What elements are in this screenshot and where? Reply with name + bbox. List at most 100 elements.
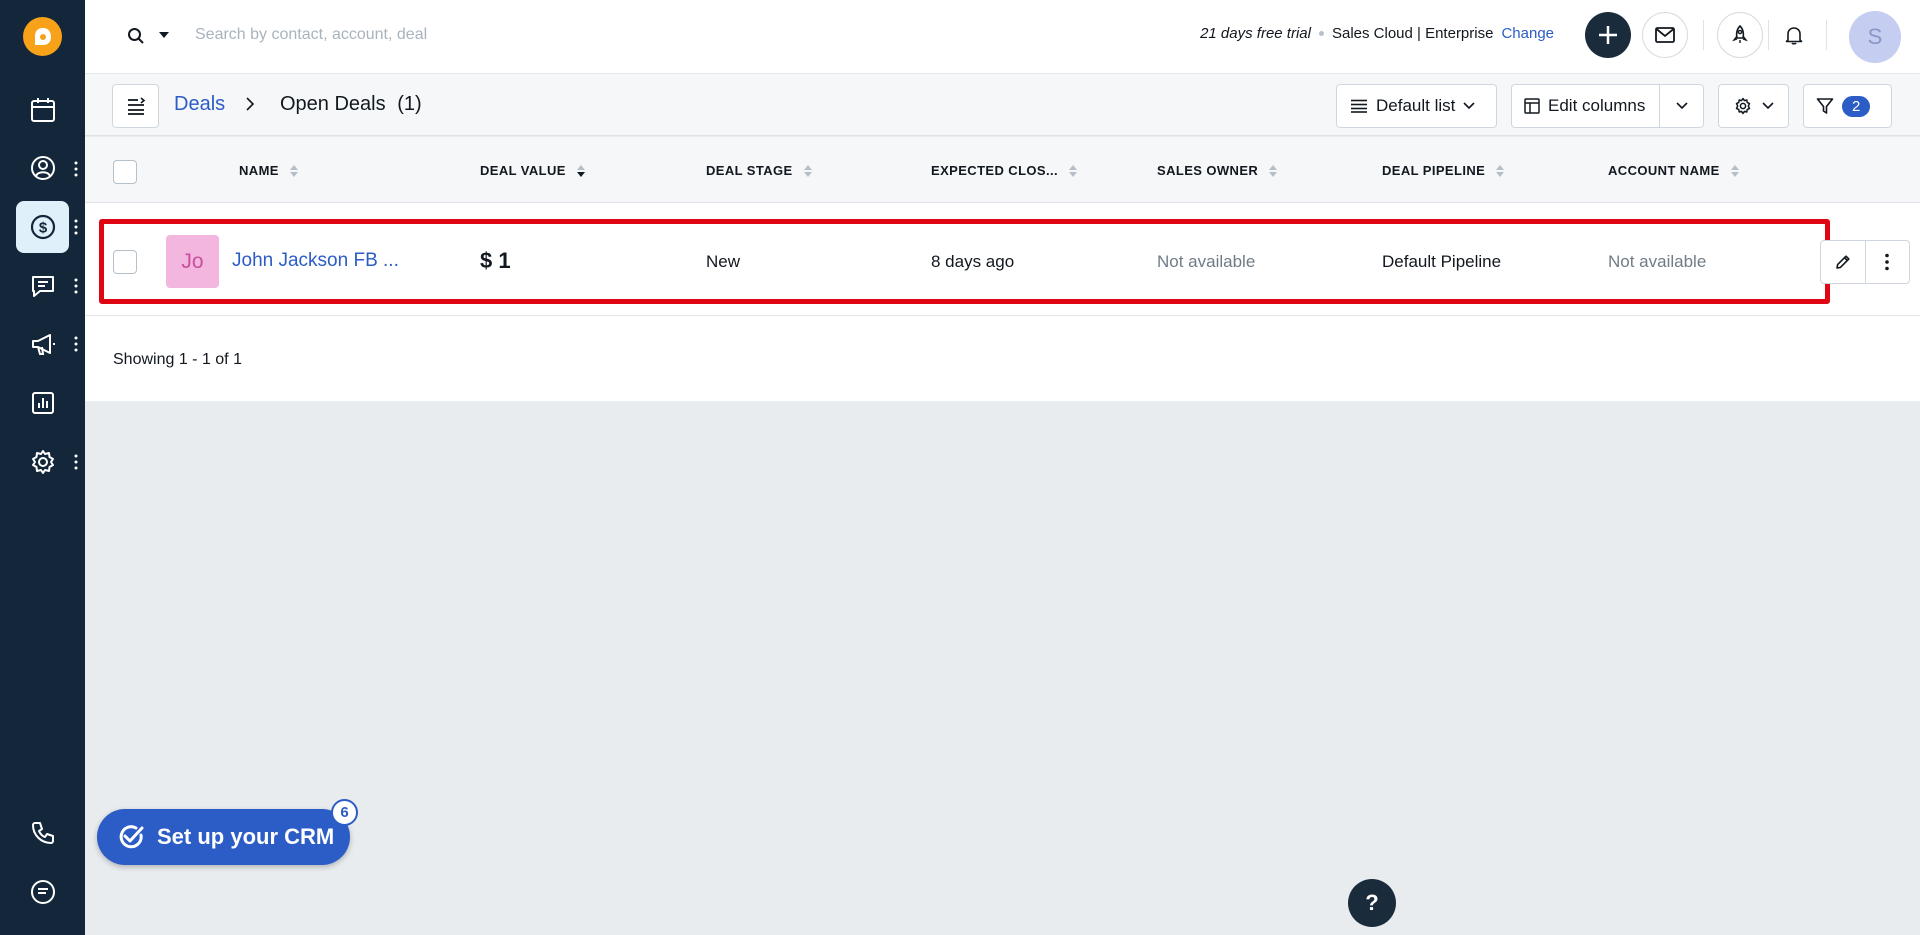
page-title: Open Deals (1) <box>280 93 422 116</box>
sidebar-item-calendar[interactable] <box>16 84 69 136</box>
logo-icon <box>34 27 51 45</box>
search-scope-dropdown-icon[interactable] <box>158 31 170 39</box>
trial-days: 21 days free trial <box>1200 25 1311 42</box>
plus-icon <box>1599 26 1617 44</box>
deals-more-icon[interactable] <box>74 219 78 235</box>
bell-icon <box>1785 27 1803 45</box>
gear-icon <box>1735 97 1750 115</box>
chevron-down-icon <box>1761 102 1774 110</box>
reports-icon <box>31 392 54 414</box>
filter-icon <box>1816 98 1834 114</box>
column-header-sales-owner[interactable]: SALES OWNER <box>1157 163 1278 178</box>
filter-count-badge: 2 <box>1842 95 1871 117</box>
change-plan-link[interactable]: Change <box>1501 25 1554 42</box>
conversations-more-icon[interactable] <box>74 278 78 294</box>
sort-icon <box>1069 164 1078 177</box>
more-vertical-icon <box>1885 253 1890 271</box>
calendar-icon <box>30 98 55 122</box>
freshsales-logo[interactable] <box>23 17 62 56</box>
sidebar-item-campaigns[interactable] <box>16 318 69 370</box>
quick-add-button[interactable] <box>1585 12 1631 58</box>
plan-name: Sales Cloud | Enterprise <box>1331 25 1494 42</box>
expected-close-date[interactable]: 8 days ago <box>931 252 1014 272</box>
account-name[interactable]: Not available <box>1608 252 1706 272</box>
column-header-expected-close[interactable]: EXPECTED CLOS... <box>931 163 1078 178</box>
column-header-name[interactable]: NAME <box>239 163 299 178</box>
column-header-label: EXPECTED CLOS... <box>931 163 1059 178</box>
column-header-account-name[interactable]: ACCOUNT NAME <box>1608 163 1740 178</box>
rocket-icon <box>1732 25 1748 43</box>
divider <box>1826 20 1827 50</box>
user-avatar[interactable]: S <box>1849 11 1901 63</box>
edit-columns-dropdown[interactable] <box>1659 84 1704 128</box>
deal-count: (1) <box>397 93 422 115</box>
sort-icon <box>289 164 298 177</box>
setup-count-badge: 6 <box>331 799 358 826</box>
campaigns-more-icon[interactable] <box>74 336 78 352</box>
phone-icon <box>31 822 54 844</box>
column-header-deal-pipeline[interactable]: DEAL PIPELINE <box>1382 163 1505 178</box>
column-header-deal-stage[interactable]: DEAL STAGE <box>706 163 813 178</box>
view-selector-dropdown[interactable]: Default list <box>1336 84 1497 128</box>
megaphone-icon <box>31 334 55 355</box>
deal-name-link[interactable]: John Jackson FB ... <box>232 250 399 272</box>
row-actions <box>1820 240 1910 284</box>
notes-icon <box>30 880 55 904</box>
pagination-summary: Showing 1 - 1 of 1 <box>113 351 242 368</box>
search-icon[interactable] <box>127 27 145 45</box>
list-menu-icon <box>127 97 145 115</box>
row-checkbox[interactable] <box>113 250 137 274</box>
global-search-input[interactable] <box>195 20 695 50</box>
page-header: Deals Open Deals (1) Default list Edit c… <box>85 74 1920 136</box>
sidebar-item-contacts[interactable] <box>16 142 69 194</box>
chat-icon <box>31 276 54 297</box>
select-all-checkbox[interactable] <box>113 160 137 184</box>
notifications-button[interactable] <box>1773 14 1815 56</box>
separator-dot <box>1318 31 1324 36</box>
sidebar-item-reports[interactable] <box>16 377 69 429</box>
sort-icon <box>1730 164 1739 177</box>
row-more-button[interactable] <box>1864 241 1910 283</box>
chevron-down-icon <box>1675 102 1688 110</box>
column-header-label: DEAL STAGE <box>706 163 793 178</box>
breadcrumb-deals[interactable]: Deals <box>174 93 225 116</box>
filter-button[interactable]: 2 <box>1803 84 1892 128</box>
sales-owner[interactable]: Not available <box>1157 252 1255 272</box>
email-button[interactable] <box>1642 12 1688 58</box>
sidebar-item-settings[interactable] <box>16 436 69 488</box>
column-header-label: SALES OWNER <box>1157 163 1259 178</box>
column-header-label: NAME <box>239 163 279 178</box>
top-bar: 21 days free trial Sales Cloud | Enterpr… <box>85 0 1920 74</box>
divider <box>1768 20 1769 50</box>
sidebar-item-phone[interactable] <box>16 807 69 859</box>
contact-icon <box>30 156 55 180</box>
sidebar-item-deals[interactable]: $ <box>16 201 69 253</box>
help-button[interactable]: ? <box>1348 879 1396 927</box>
edit-row-button[interactable] <box>1821 241 1865 283</box>
column-header-label: DEAL PIPELINE <box>1382 163 1486 178</box>
deals-icon: $ <box>30 214 55 240</box>
sidebar-item-notes[interactable] <box>16 866 69 918</box>
settings-more-icon[interactable] <box>74 454 78 470</box>
sort-descending-icon <box>576 164 585 177</box>
contacts-more-icon[interactable] <box>74 161 78 177</box>
list-settings-button[interactable] <box>1718 84 1789 128</box>
deal-pipeline[interactable]: Default Pipeline <box>1382 252 1501 272</box>
chevron-down-icon <box>1463 102 1475 110</box>
getting-started-button[interactable] <box>1717 12 1763 58</box>
column-header-label: ACCOUNT NAME <box>1608 163 1720 178</box>
pencil-icon <box>1835 255 1850 269</box>
toggle-views-button[interactable] <box>112 84 159 128</box>
list-icon <box>1351 99 1367 113</box>
deal-stage[interactable]: New <box>706 252 740 272</box>
sort-icon <box>1496 164 1505 177</box>
column-header-deal-value[interactable]: DEAL VALUE <box>480 163 586 178</box>
svg-text:$: $ <box>38 220 47 237</box>
setup-crm-button[interactable]: Set up your CRM <box>97 809 350 865</box>
page-title-text: Open Deals <box>280 93 386 115</box>
view-selector-label: Default list <box>1376 96 1456 115</box>
column-header-label: DEAL VALUE <box>480 163 566 178</box>
sidebar-item-conversations[interactable] <box>16 260 69 312</box>
edit-columns-button[interactable]: Edit columns <box>1511 84 1661 128</box>
settings-icon <box>31 450 54 474</box>
